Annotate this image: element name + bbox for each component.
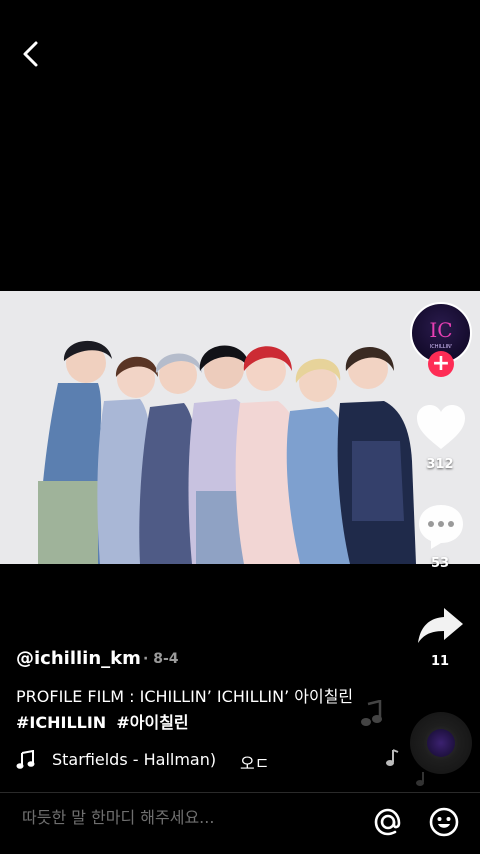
creator-username[interactable]: @ichillin_km: [16, 648, 141, 669]
hashtag-ichillin[interactable]: #ICHILLIN: [16, 713, 106, 732]
hashtag-korean[interactable]: #아이칠린: [116, 713, 188, 732]
music-disc-icon: [427, 729, 455, 757]
video-player[interactable]: [0, 291, 480, 564]
back-button[interactable]: [16, 36, 48, 72]
comment-count: 53: [430, 556, 450, 571]
comment-button[interactable]: [415, 502, 467, 552]
share-count: 11: [430, 654, 450, 669]
follow-button[interactable]: +: [428, 351, 454, 377]
video-frame-image: [0, 291, 480, 564]
music-note-icon: [16, 750, 35, 769]
music-title-next: 오ㄷ: [240, 754, 270, 772]
share-icon: [418, 608, 463, 643]
floating-note-icon-3: [416, 772, 424, 786]
emoji-icon: [429, 807, 459, 837]
floating-note-icon: [361, 700, 382, 726]
heart-icon: [417, 405, 465, 449]
logo-subtext: ICHILLIN': [430, 344, 452, 350]
like-button[interactable]: [414, 402, 468, 454]
music-info[interactable]: Starfields - Hallman) 오ㄷ: [16, 748, 286, 772]
post-date: · 8-4: [143, 651, 179, 667]
share-button[interactable]: [416, 604, 466, 646]
video-caption: PROFILE FILM : ICHILLIN’ ICHILLIN’ 아이칠린 …: [16, 684, 361, 736]
floating-note-icon-2: [386, 749, 399, 766]
mention-icon: [374, 808, 401, 836]
mention-button[interactable]: [372, 806, 404, 838]
music-title: Starfields - Hallman): [52, 750, 217, 769]
like-count: 312: [426, 457, 454, 472]
caption-text: PROFILE FILM : ICHILLIN’ ICHILLIN’ 아이칠린: [16, 687, 354, 706]
comment-icon: [419, 505, 463, 549]
comment-input[interactable]: [22, 808, 352, 827]
logo-mark: IC: [429, 318, 452, 342]
back-icon: [23, 41, 38, 67]
emoji-button[interactable]: [428, 806, 460, 838]
post-date-value: 8-4: [153, 651, 179, 667]
